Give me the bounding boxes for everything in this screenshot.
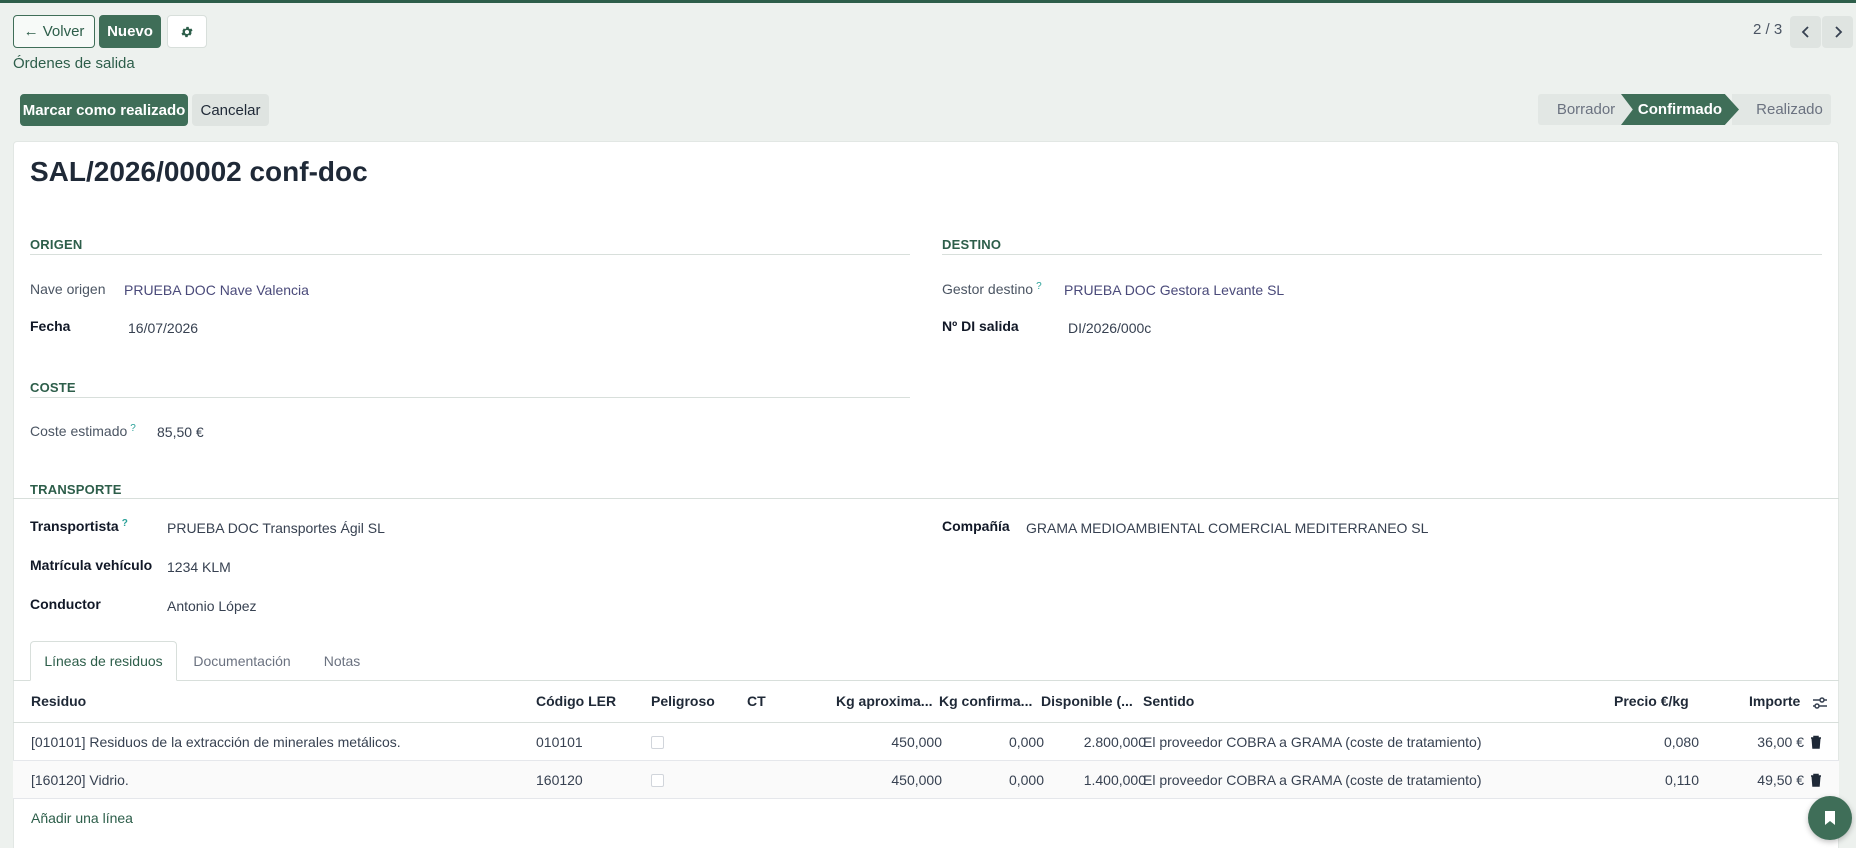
delete-row-button[interactable]: [1808, 772, 1824, 788]
bookmark-icon: [1825, 811, 1835, 825]
tab-documentacion[interactable]: Documentación: [180, 641, 304, 681]
column-header-peligroso[interactable]: Peligroso: [651, 693, 715, 709]
section-divider: [942, 254, 1822, 255]
delete-row-button[interactable]: [1808, 734, 1824, 750]
di-salida-value[interactable]: DI/2026/000c: [1068, 320, 1151, 336]
transportista-label: Transportista?: [30, 518, 128, 534]
section-divider: [30, 397, 910, 398]
status-step-confirmed[interactable]: Confirmado: [1621, 94, 1739, 125]
status-step-done[interactable]: Realizado: [1732, 94, 1831, 125]
coste-estimado-label: Coste estimado?: [30, 423, 136, 439]
fecha-label: Fecha: [30, 318, 71, 334]
breadcrumb[interactable]: Órdenes de salida: [13, 55, 135, 72]
tab-lineas-residuos[interactable]: Líneas de residuos: [30, 641, 177, 681]
mark-done-button[interactable]: Marcar como realizado: [20, 94, 188, 126]
tab-notas[interactable]: Notas: [310, 641, 374, 681]
cell-residuo[interactable]: [010101] Residuos de la extracción de mi…: [31, 734, 401, 750]
cell-codigo-ler[interactable]: 010101: [536, 734, 583, 750]
help-icon[interactable]: ?: [122, 518, 128, 529]
column-header-importe[interactable]: Importe: [1749, 693, 1800, 709]
new-button[interactable]: Nuevo: [99, 15, 161, 48]
cell-peligroso-checkbox[interactable]: [651, 774, 664, 787]
conductor-label: Conductor: [30, 596, 101, 612]
section-coste: COSTE: [30, 380, 76, 395]
cell-kg-confirmados[interactable]: 0,000: [1009, 772, 1044, 788]
sliders-icon: [1813, 697, 1827, 709]
cell-sentido[interactable]: El proveedor COBRA a GRAMA (coste de tra…: [1143, 734, 1481, 750]
tabs-divider: [13, 680, 1839, 681]
add-line-link[interactable]: Añadir una línea: [31, 810, 133, 826]
pager-prev-button[interactable]: [1790, 16, 1821, 48]
coste-estimado-value: 85,50 €: [157, 424, 204, 440]
column-header-ct[interactable]: CT: [747, 693, 766, 709]
cell-kg-confirmados[interactable]: 0,000: [1009, 734, 1044, 750]
table-row[interactable]: [160120] Vidrio. 160120 450,000 0,000 1.…: [13, 761, 1839, 799]
cell-importe[interactable]: 49,50 €: [1757, 772, 1804, 788]
cell-disponible[interactable]: 1.400,000: [1084, 772, 1146, 788]
optional-columns-toggle[interactable]: [1812, 696, 1828, 713]
chevron-right-icon: [1834, 26, 1842, 38]
gestor-destino-label-text: Gestor destino: [942, 281, 1034, 297]
cell-precio[interactable]: 0,110: [1665, 772, 1699, 788]
section-destino: DESTINO: [942, 237, 1002, 252]
column-header-residuo[interactable]: Residuo: [31, 693, 86, 709]
status-step-draft[interactable]: Borrador: [1538, 94, 1634, 125]
table-row[interactable]: [010101] Residuos de la extracción de mi…: [13, 723, 1839, 761]
column-header-codigo-ler[interactable]: Código LER: [536, 693, 616, 709]
help-icon[interactable]: ?: [1036, 281, 1042, 292]
cell-residuo[interactable]: [160120] Vidrio.: [31, 772, 129, 788]
section-divider: [30, 254, 910, 255]
gear-icon: [181, 26, 193, 37]
column-header-kg-aproximados[interactable]: Kg aproxima...: [836, 693, 932, 709]
record-title: SAL/2026/00002 conf-doc: [30, 156, 368, 187]
chevron-left-icon: [1801, 26, 1809, 38]
cell-peligroso-checkbox[interactable]: [651, 736, 664, 749]
cell-disponible[interactable]: 2.800,000: [1084, 734, 1146, 750]
section-origen: ORIGEN: [30, 237, 83, 252]
trash-icon: [1811, 735, 1821, 749]
column-header-precio[interactable]: Precio €/kg: [1614, 693, 1689, 709]
cell-codigo-ler[interactable]: 160120: [536, 772, 583, 788]
conductor-value[interactable]: Antonio López: [167, 598, 257, 614]
section-divider: [13, 498, 1839, 499]
gestor-destino-value[interactable]: PRUEBA DOC Gestora Levante SL: [1064, 282, 1284, 298]
transportista-value[interactable]: PRUEBA DOC Transportes Ágil SL: [167, 520, 385, 536]
column-header-kg-confirmados[interactable]: Kg confirma...: [939, 693, 1032, 709]
cancel-button[interactable]: Cancelar: [192, 94, 269, 126]
compania-label: Compañía: [942, 518, 1010, 534]
cell-sentido[interactable]: El proveedor COBRA a GRAMA (coste de tra…: [1143, 772, 1481, 788]
pager-next-button[interactable]: [1822, 16, 1853, 48]
cell-kg-aproximados[interactable]: 450,000: [891, 772, 942, 788]
cell-importe[interactable]: 36,00 €: [1757, 734, 1804, 750]
matricula-value[interactable]: 1234 KLM: [167, 559, 231, 575]
coste-estimado-label-text: Coste estimado: [30, 423, 128, 439]
section-transporte: TRANSPORTE: [30, 482, 122, 497]
nave-origen-value[interactable]: PRUEBA DOC Nave Valencia: [124, 282, 309, 298]
nave-origen-label: Nave origen: [30, 281, 106, 297]
assistant-button[interactable]: [1808, 796, 1852, 840]
fecha-value[interactable]: 16/07/2026: [128, 320, 198, 336]
settings-button[interactable]: [167, 15, 207, 48]
matricula-label: Matrícula vehículo: [30, 557, 153, 573]
cell-precio[interactable]: 0,080: [1664, 734, 1699, 750]
trash-icon: [1811, 773, 1821, 787]
help-icon[interactable]: ?: [130, 423, 136, 434]
di-salida-label: Nº DI salida: [942, 318, 1019, 334]
transportista-label-text: Transportista: [30, 518, 119, 534]
compania-value[interactable]: GRAMA MEDIOAMBIENTAL COMERCIAL MEDITERRA…: [1026, 520, 1428, 536]
cell-kg-aproximados[interactable]: 450,000: [891, 734, 942, 750]
gestor-destino-label: Gestor destino?: [942, 281, 1042, 297]
pager-counter[interactable]: 2 / 3: [1753, 21, 1782, 38]
column-header-disponible[interactable]: Disponible (...: [1041, 693, 1133, 709]
column-header-sentido[interactable]: Sentido: [1143, 693, 1194, 709]
back-button[interactable]: ← Volver: [13, 15, 95, 48]
